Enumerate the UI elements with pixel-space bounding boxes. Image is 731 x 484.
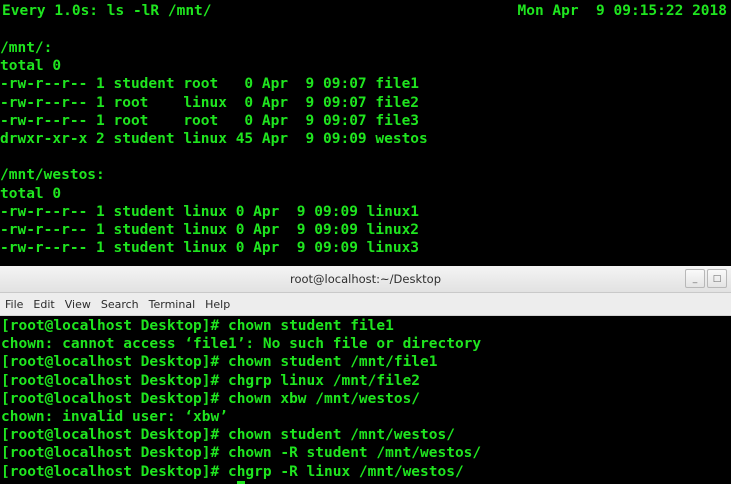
output-line: drwxr-xr-x 2 student linux 45 Apr 9 09:0… [0,130,428,147]
output-line: total 0 [0,58,62,75]
menu-help[interactable]: Help [205,296,230,313]
output-line-blank [0,148,731,166]
output-line: total 0 [0,185,62,202]
maximize-icon: □ [712,273,722,284]
output-line: -rw-r--r-- 1 student linux 0 Apr 9 09:09… [0,203,420,220]
terminal-line: chown: invalid user: ‘xbw’ [1,408,228,425]
terminal-line: [root@localhost Desktop]# chown student … [1,427,455,444]
watch-terminal[interactable]: Every 1.0s: ls -lR /mnt/ Mon Apr 9 09:15… [0,0,731,266]
minimize-icon: _ [692,273,698,284]
terminal-line: [root@localhost Desktop]# chown -R stude… [1,445,482,462]
menu-search[interactable]: Search [101,296,139,313]
output-line: /mnt/: [0,40,53,56]
maximize-button[interactable]: □ [707,269,727,288]
terminal-output[interactable]: [root@localhost Desktop]# chown student … [0,316,731,484]
output-line: -rw-r--r-- 1 root root 0 Apr 9 09:07 fil… [0,112,420,129]
watch-output: /mnt/: total 0 -rw-r--r-- 1 student root… [0,39,731,257]
terminal-window: root@localhost:~/Desktop _ □ File Edit V… [0,266,731,484]
output-line: /mnt/westos: [0,167,105,184]
output-line: -rw-r--r-- 1 student linux 0 Apr 9 09:09… [0,221,420,238]
output-line: -rw-r--r-- 1 student linux 0 Apr 9 09:09… [0,240,420,257]
output-line: -rw-r--r-- 1 root linux 0 Apr 9 09:07 fi… [0,94,420,111]
terminal-line: [root@localhost Desktop]# chown student … [1,318,394,334]
watch-header: Every 1.0s: ls -lR /mnt/ Mon Apr 9 09:15… [2,2,729,20]
terminal-line: [root@localhost Desktop]# chgrp linux /m… [1,372,421,389]
menu-file[interactable]: File [5,296,23,313]
minimize-button[interactable]: _ [685,269,705,288]
menu-edit[interactable]: Edit [33,296,54,313]
menu-view[interactable]: View [65,296,91,313]
window-titlebar[interactable]: root@localhost:~/Desktop _ □ [0,266,731,293]
menu-bar: File Edit View Search Terminal Help [0,293,731,316]
terminal-line: [root@localhost Desktop]# chown xbw /mnt… [1,390,421,407]
window-controls: _ □ [685,269,727,289]
terminal-line: chown: cannot access ‘file1’: No such fi… [1,336,482,353]
menu-terminal[interactable]: Terminal [149,296,196,313]
watch-timestamp: Mon Apr 9 09:15:22 2018 [517,3,727,19]
watch-command: Every 1.0s: ls -lR /mnt/ [2,3,212,19]
terminal-line: [root@localhost Desktop]# chown student … [1,354,438,371]
window-title: root@localhost:~/Desktop [290,272,441,286]
terminal-line: [root@localhost Desktop]# chgrp -R linux… [1,463,464,480]
screen: Every 1.0s: ls -lR /mnt/ Mon Apr 9 09:15… [0,0,731,484]
output-line: -rw-r--r-- 1 student root 0 Apr 9 09:07 … [0,76,420,93]
